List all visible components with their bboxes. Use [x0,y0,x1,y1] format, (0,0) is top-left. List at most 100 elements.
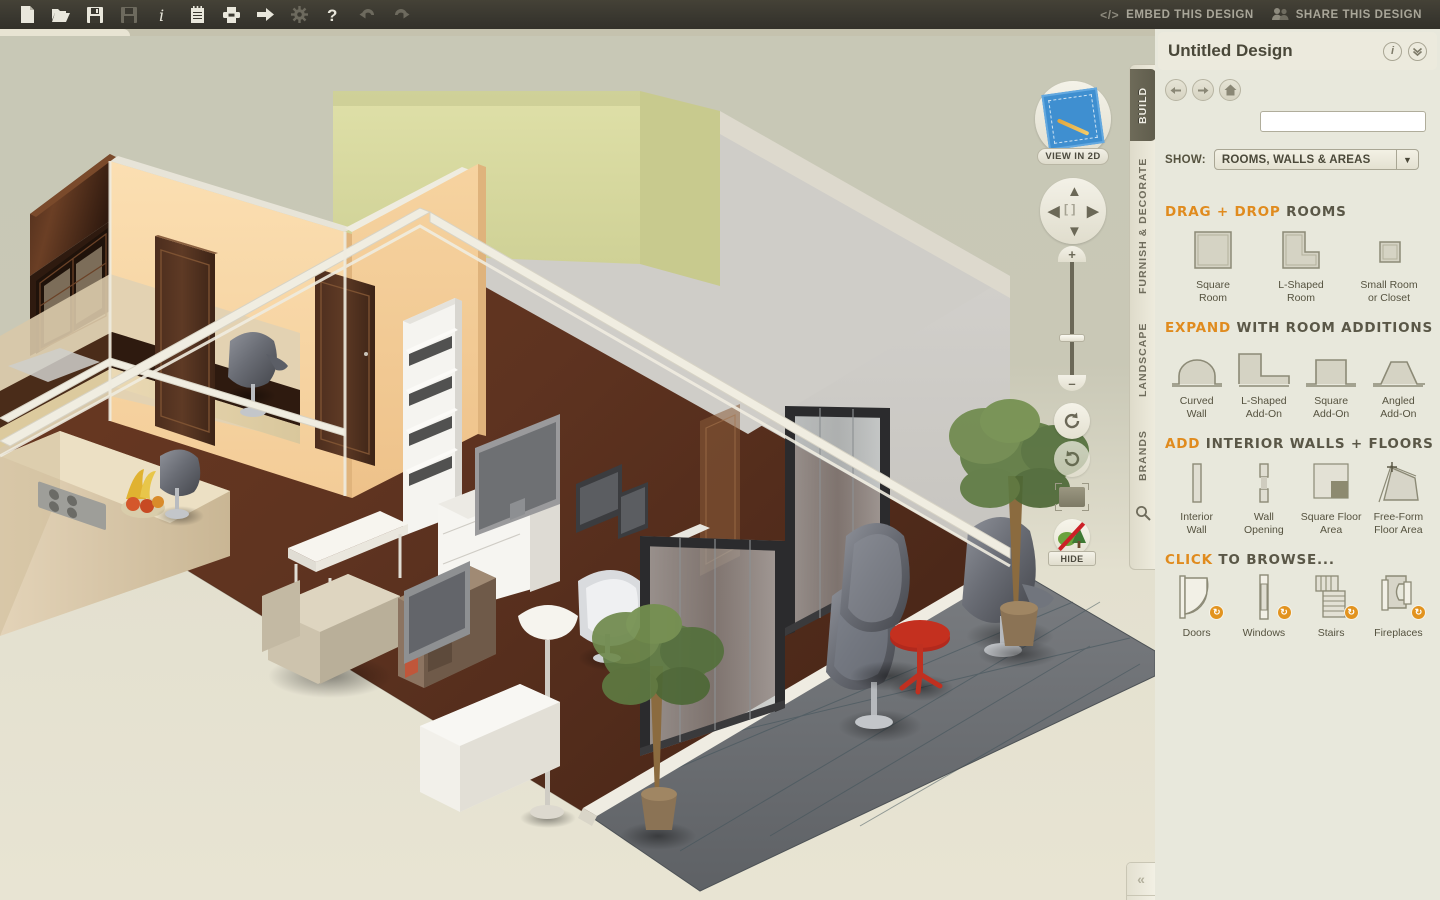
palette-item-square-floor-area[interactable]: Square Floor Area [1298,458,1365,537]
section-title-rest: INTERIOR WALLS + FLOORS [1205,436,1434,452]
rotate-counterclockwise-button[interactable] [1054,403,1090,439]
palette-caption: Angled Add-On [1380,395,1417,420]
fullscreen-frame-button[interactable] [1055,483,1089,511]
pan-up-button[interactable]: ▲ [1067,184,1082,199]
palette-caption: Interior Wall [1180,511,1213,536]
square-floor-area-icon [1298,458,1365,506]
nav-forward-button[interactable] [1192,79,1214,101]
section-title-rooms: DRAG + DROP ROOMS [1165,204,1440,220]
l-shaped-room-icon [1257,226,1345,274]
palette-item-wall-opening[interactable]: Wall Opening [1230,458,1297,537]
design-info-icon[interactable]: i [1383,41,1402,61]
rotate-cw-icon [1064,450,1080,467]
show-label: SHOW: [1165,153,1206,166]
palette-item-windows[interactable]: ↻ Windows [1230,574,1297,640]
nav-back-button[interactable] [1165,79,1187,101]
palette-item-stairs[interactable]: ↻ Stairs [1298,574,1365,640]
palette-item-l-shaped-room[interactable]: L-Shaped Room [1257,226,1345,305]
zoom-slider-thumb[interactable] [1059,334,1085,342]
palette-caption: Stairs [1317,627,1345,639]
notes-icon[interactable] [180,1,214,28]
right-panel: Untitled Design i SHOW: ROOMS, WALLS & A… [1155,29,1440,900]
stairs-icon: ↻ [1298,574,1365,622]
section-title-highlight: CLICK [1165,552,1213,568]
pan-down-button[interactable]: ▼ [1067,224,1082,239]
palette-item-small-room[interactable]: Small Room or Closet [1345,226,1433,305]
palette-item-angled-add-on[interactable]: Angled Add-On [1365,342,1432,421]
palette-item-doors[interactable]: ↻ Doors [1163,574,1230,640]
view-in-2d-label[interactable]: VIEW IN 2D [1037,148,1109,165]
rotate-clockwise-button[interactable] [1054,441,1090,477]
undo-icon[interactable] [350,1,384,28]
help-icon[interactable]: ? [316,1,350,28]
palette-item-curved-wall[interactable]: Curved Wall [1163,342,1230,421]
rail-item-brands[interactable]: BRANDS [1130,419,1156,493]
palette-caption: L-Shaped Room [1278,279,1324,304]
embed-design-label: EMBED THIS DESIGN [1126,8,1254,21]
save-floppy-icon[interactable] [78,1,112,28]
zoom-out-button[interactable]: – [1058,375,1086,391]
save-as-icon[interactable] [112,1,146,28]
rotate-ccw-icon [1064,412,1080,429]
chevron-down-icon[interactable]: ▼ [1395,150,1418,169]
show-select[interactable]: ROOMS, WALLS & AREAS ▼ [1213,149,1419,170]
armchair-beige [262,574,400,698]
pan-center-button[interactable]: [ ] [1064,203,1075,215]
embed-design-button[interactable]: </> EMBED THIS DESIGN [1094,8,1260,22]
zoom-slider[interactable]: + – [1058,246,1086,391]
nav-home-button[interactable] [1219,79,1241,101]
stairs-browse-badge[interactable]: ↻ [1343,605,1359,620]
palette-item-free-form-floor-area[interactable]: Free-Form Floor Area [1365,458,1432,537]
windows-browse-badge[interactable]: ↻ [1276,605,1292,620]
palette-caption: Free-Form Floor Area [1373,511,1424,536]
panel-search-box[interactable] [1260,111,1426,132]
section-title-rest: TO BROWSE... [1218,552,1335,568]
palette-caption: Square Room [1196,279,1230,304]
fireplaces-browse-badge[interactable]: ↻ [1411,605,1426,620]
palette-item-square-add-on[interactable]: Square Add-On [1298,342,1365,421]
rail-item-furnish[interactable]: FURNISH & DECORATE [1130,151,1156,301]
interior-wall-icon [1163,458,1230,506]
floorplan-3d-render[interactable] [0,36,1155,900]
share-design-button[interactable]: SHARE THIS DESIGN [1266,7,1428,23]
hide-landscape-button[interactable] [1054,519,1090,555]
pan-right-button[interactable]: ▶ [1087,204,1099,219]
zoom-in-button[interactable]: + [1058,246,1086,262]
design-canvas[interactable]: VIEW IN 2D ▲ ▼ ◀ ▶ [ ] + – HIDE « » [0,36,1155,900]
redo-icon[interactable] [384,1,418,28]
rail-item-landscape[interactable]: LANDSCAPE [1130,311,1156,409]
section-title-browse: CLICK TO BROWSE... [1165,552,1440,568]
category-rail: BUILD FURNISH & DECORATE LANDSCAPE BRAND… [1129,64,1156,570]
section-title-additions: EXPAND WITH ROOM ADDITIONS [1165,320,1440,336]
palette-item-fireplaces[interactable]: ↻ Fireplaces [1365,574,1432,640]
search-input[interactable] [1261,112,1425,132]
palette-item-l-add-on[interactable]: L-Shaped Add-On [1230,342,1297,421]
collapse-left-button[interactable]: « [1127,863,1155,895]
pan-left-button[interactable]: ◀ [1048,204,1060,219]
view-2d-thumbnail-button[interactable] [1035,81,1111,157]
palette-caption: L-Shaped Add-On [1241,395,1287,420]
rail-search-icon[interactable] [1135,505,1151,526]
palette-item-interior-wall[interactable]: Interior Wall [1163,458,1230,537]
export-icon[interactable] [248,1,282,28]
section-click-to-browse: CLICK TO BROWSE... ↻ Doors ↻ Windows ↻ S… [1155,552,1440,640]
print-icon[interactable] [214,1,248,28]
small-room-icon [1345,226,1433,274]
svg-text:i: i [159,6,164,25]
new-document-icon[interactable] [10,1,44,28]
l-shaped-add-on-icon [1230,342,1297,390]
info-icon[interactable]: i [146,1,180,28]
top-toolbar: i ? </> EMBED THIS DESIGN SHARE THIS DES… [0,0,1440,29]
share-design-label: SHARE THIS DESIGN [1295,8,1422,21]
panel-nav-row [1165,79,1241,101]
window-icon: ↻ [1230,574,1297,622]
zoom-slider-track[interactable] [1070,258,1074,380]
collapse-right-button[interactable]: » [1127,895,1155,900]
open-folder-icon[interactable] [44,1,78,28]
gear-icon[interactable] [282,1,316,28]
pan-dpad-control[interactable]: ▲ ▼ ◀ ▶ [ ] [1040,178,1106,244]
view-in-2d-control[interactable]: VIEW IN 2D [1035,81,1111,165]
palette-item-square-room[interactable]: Square Room [1169,226,1257,305]
panel-collapse-icon[interactable] [1408,41,1427,61]
rail-item-build[interactable]: BUILD [1130,69,1156,141]
